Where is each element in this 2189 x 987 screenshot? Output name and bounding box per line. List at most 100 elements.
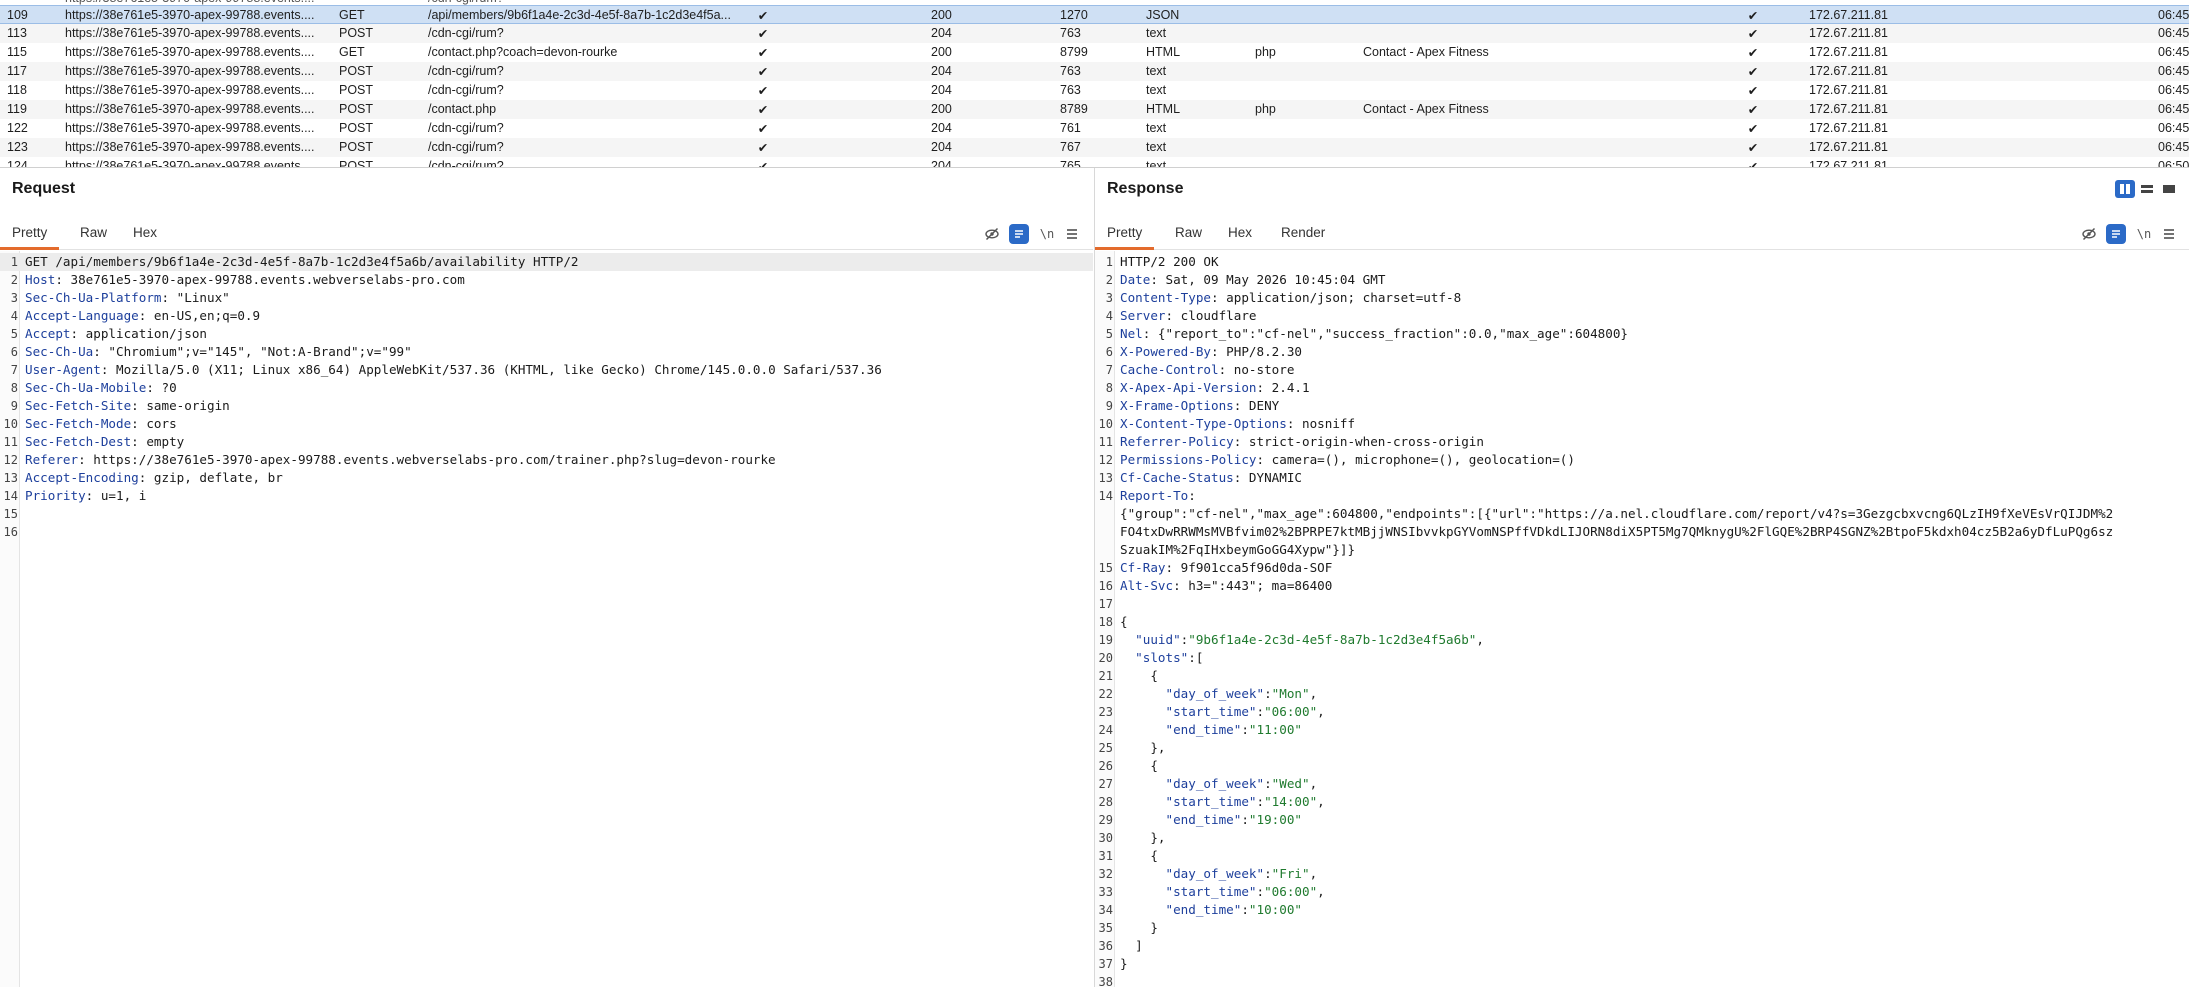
host-cell: https://38e761e5-3970-apex-99788.events.… bbox=[65, 83, 315, 97]
code-line: 31 { bbox=[1095, 847, 2189, 865]
tab-raw[interactable]: Raw bbox=[1163, 218, 1214, 250]
json-key: "slots" bbox=[1135, 650, 1189, 665]
table-row[interactable]: 122 https://38e761e5-3970-apex-99788.even… bbox=[0, 119, 2189, 138]
tab-hex[interactable]: Hex bbox=[121, 218, 169, 250]
code-line: 21 { bbox=[1095, 667, 2189, 685]
wrap-lines-icon[interactable] bbox=[2106, 224, 2126, 244]
status-cell: 200 bbox=[931, 45, 952, 59]
eye-slash-icon[interactable] bbox=[2079, 224, 2099, 244]
header-value: empty bbox=[138, 434, 185, 449]
code-line: 9 Sec-Fetch-Site: same-origin bbox=[0, 397, 1093, 415]
json-value: "11:00" bbox=[1248, 722, 1302, 737]
header-name: Sec-Fetch-Site bbox=[25, 398, 132, 413]
method-cell: POST bbox=[339, 159, 374, 168]
code-line: 13 Cf-Cache-Status: DYNAMIC bbox=[1095, 469, 2189, 487]
response-editor[interactable]: 1 HTTP/2 200 OK 2 Date: Sat, 09 May 2026 10… bbox=[1095, 251, 2189, 987]
table-row[interactable]: 113 https://38e761e5-3970-apex-99788.even… bbox=[0, 24, 2189, 43]
extension-cell: php bbox=[1255, 45, 1276, 59]
response-title: Response bbox=[1107, 180, 1184, 197]
code-text: "day_of_week":"Fri", bbox=[1120, 865, 1318, 883]
newline-toggle-icon[interactable]: \n bbox=[2134, 224, 2154, 244]
table-row[interactable]: 115 https://38e761e5-3970-apex-99788.even… bbox=[0, 43, 2189, 62]
header-value: u=1, i bbox=[93, 488, 147, 503]
json-colon: : bbox=[1264, 776, 1272, 791]
params-check-icon: ✔ bbox=[757, 160, 769, 168]
line-number: 16 bbox=[3, 525, 18, 539]
json-punctuation: , bbox=[1317, 704, 1325, 719]
table-row[interactable]: 119 https://38e761e5-3970-apex-99788.even… bbox=[0, 100, 2189, 119]
header-name: Host bbox=[25, 272, 56, 287]
header-name: Sec-Ch-Ua bbox=[25, 344, 94, 359]
header-colon: : bbox=[78, 452, 86, 467]
line-number: 9 bbox=[1105, 399, 1113, 413]
code-text: Sec-Ch-Ua-Platform: "Linux" bbox=[25, 289, 230, 307]
header-colon: : bbox=[1150, 272, 1158, 287]
host-cell: https://38e761e5-3970-apex-99788.events.… bbox=[65, 102, 315, 116]
line-number: 15 bbox=[1098, 561, 1113, 575]
line-number: 1 bbox=[1105, 255, 1113, 269]
status-cell: 200 bbox=[931, 102, 952, 116]
code-line: 1 HTTP/2 200 OK bbox=[1095, 253, 2189, 271]
row-number: 115 bbox=[7, 45, 27, 59]
split-columns-layout-icon[interactable] bbox=[2115, 180, 2135, 198]
ip-cell: 172.67.211.81 bbox=[1809, 8, 1889, 22]
header-name: Sec-Fetch-Mode bbox=[25, 416, 132, 431]
json-value: "19:00" bbox=[1248, 812, 1302, 827]
length-cell: 767 bbox=[1060, 140, 1081, 154]
wrap-lines-icon[interactable] bbox=[1009, 224, 1029, 244]
code-text: X-Content-Type-Options: nosniff bbox=[1120, 415, 1355, 433]
code-line: 6 Sec-Ch-Ua: "Chromium";v="145", "Not:A-B… bbox=[0, 343, 1093, 361]
tab-pretty[interactable]: Pretty bbox=[1095, 218, 1155, 250]
method-cell: GET bbox=[339, 45, 365, 59]
table-row[interactable]: 124 https://38e761e5-3970-apex-99788.even… bbox=[0, 157, 2189, 168]
header-name: Cf-Ray bbox=[1120, 560, 1166, 575]
line-number: 22 bbox=[1098, 687, 1113, 701]
json-value: "Wed" bbox=[1271, 776, 1310, 791]
header-name: Alt-Svc bbox=[1120, 578, 1174, 593]
request-toolbar: \n bbox=[982, 224, 1082, 244]
header-colon: : bbox=[1173, 578, 1181, 593]
json-colon: : bbox=[1256, 884, 1265, 899]
line-number: 20 bbox=[1098, 651, 1113, 665]
extension-cell: php bbox=[1255, 102, 1276, 116]
header-value: ?0 bbox=[153, 380, 177, 395]
tls-check-icon: ✔ bbox=[1747, 46, 1759, 60]
code-line: 27 "day_of_week":"Wed", bbox=[1095, 775, 2189, 793]
newline-toggle-icon[interactable]: \n bbox=[1037, 224, 1057, 244]
ip-cell: 172.67.211.81 bbox=[1809, 64, 1889, 78]
method-cell: GET bbox=[339, 8, 365, 22]
single-pane-layout-icon[interactable] bbox=[2159, 180, 2179, 198]
table-row[interactable]: 123 https://38e761e5-3970-apex-99788.even… bbox=[0, 138, 2189, 157]
request-editor[interactable]: 1 GET /api/members/9b6f1a4e-2c3d-4e5f-8a7… bbox=[0, 251, 1093, 987]
code-text: Referer: https://38e761e5-3970-apex-9978… bbox=[25, 451, 776, 469]
header-name: X-Frame-Options bbox=[1120, 398, 1234, 413]
table-row[interactable]: 118 https://38e761e5-3970-apex-99788.even… bbox=[0, 81, 2189, 100]
row-number: 123 bbox=[7, 140, 28, 154]
tab-raw[interactable]: Raw bbox=[68, 218, 119, 250]
code-line: 32 "day_of_week":"Fri", bbox=[1095, 865, 2189, 883]
table-row[interactable]: 117 https://38e761e5-3970-apex-99788.even… bbox=[0, 62, 2189, 81]
split-rows-layout-icon[interactable] bbox=[2137, 180, 2157, 198]
hamburger-menu-icon[interactable] bbox=[1062, 224, 1082, 244]
header-value: "Linux" bbox=[169, 290, 230, 305]
time-cell: 06:45 bbox=[2158, 64, 2189, 78]
tab-pretty[interactable]: Pretty bbox=[0, 218, 60, 250]
code-text: FO4txDwRRWMsMVBfvim02%2BPRPE7ktMBjjWNSIb… bbox=[1120, 524, 2114, 539]
code-line: 3 Sec-Ch-Ua-Platform: "Linux" bbox=[0, 289, 1093, 307]
tab-hex[interactable]: Hex bbox=[1216, 218, 1264, 250]
header-value: Sat, 09 May 2026 10:45:04 GMT bbox=[1157, 272, 1386, 287]
params-check-icon: ✔ bbox=[757, 84, 769, 98]
header-value: application/json; charset=utf-8 bbox=[1218, 290, 1462, 305]
eye-slash-icon[interactable] bbox=[982, 224, 1002, 244]
json-key: "day_of_week" bbox=[1165, 776, 1265, 791]
line-number: 8 bbox=[10, 381, 18, 395]
tab-render[interactable]: Render bbox=[1269, 218, 1337, 250]
json-value: "14:00" bbox=[1264, 794, 1318, 809]
hamburger-menu-icon[interactable] bbox=[2159, 224, 2179, 244]
table-row-selected[interactable]: 109 https://38e761e5-3970-apex-99788.even… bbox=[0, 5, 2189, 24]
json-key: "start_time" bbox=[1165, 794, 1257, 809]
code-line: 14 Report-To: bbox=[1095, 487, 2189, 505]
length-cell: 763 bbox=[1060, 64, 1081, 78]
